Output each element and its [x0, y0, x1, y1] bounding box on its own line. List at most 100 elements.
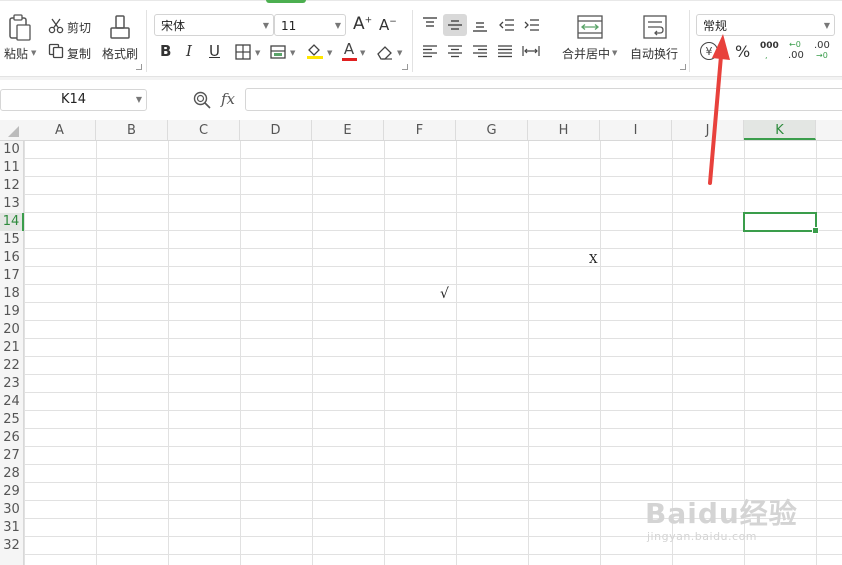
- merge-dropdown-icon[interactable]: ▼: [612, 49, 617, 57]
- currency-dropdown-icon[interactable]: ▼: [720, 49, 725, 57]
- column-headers: ABCDEFGHIJK: [0, 120, 842, 141]
- cell-style-icon[interactable]: [270, 44, 286, 60]
- active-cell[interactable]: [743, 212, 819, 234]
- chevron-down-icon: ▼: [823, 21, 830, 30]
- row-header-17[interactable]: 17: [0, 267, 23, 285]
- column-header-D[interactable]: D: [240, 120, 312, 140]
- fill-color-icon[interactable]: [306, 42, 324, 60]
- column-header-F[interactable]: F: [384, 120, 456, 140]
- row-header-20[interactable]: 20: [0, 321, 23, 339]
- font-color-button[interactable]: A: [340, 41, 358, 61]
- row-header-14[interactable]: 14: [0, 213, 24, 231]
- increase-decimal-button[interactable]: .00: [788, 50, 804, 61]
- row-header-27[interactable]: 27: [0, 447, 23, 465]
- italic-button[interactable]: I: [186, 42, 192, 60]
- currency-icon[interactable]: ¥: [700, 42, 718, 60]
- row-header-21[interactable]: 21: [0, 339, 23, 357]
- thousands-separator-button[interactable]: 000: [760, 41, 779, 51]
- format-painter-icon[interactable]: [108, 14, 132, 42]
- column-header-G[interactable]: G: [456, 120, 528, 140]
- wrap-text-icon[interactable]: [643, 15, 667, 39]
- wrap-text-button[interactable]: 自动换行: [630, 45, 678, 62]
- name-box-value: K14: [60, 92, 87, 107]
- align-top-icon[interactable]: [422, 17, 438, 31]
- copy-button[interactable]: 复制: [67, 45, 91, 62]
- column-header-E[interactable]: E: [312, 120, 384, 140]
- font-size-select[interactable]: 11 ▼: [274, 14, 346, 36]
- column-header-C[interactable]: C: [168, 120, 240, 140]
- row-header-13[interactable]: 13: [0, 195, 23, 213]
- bold-button[interactable]: B: [160, 42, 171, 60]
- format-painter-button[interactable]: 格式刷: [102, 45, 138, 62]
- formula-input[interactable]: [245, 88, 842, 111]
- increase-indent-icon[interactable]: [524, 18, 540, 32]
- borders-icon[interactable]: [235, 44, 251, 60]
- eraser-icon[interactable]: [376, 44, 394, 60]
- row-header-26[interactable]: 26: [0, 429, 23, 447]
- name-box[interactable]: K14 ▼: [0, 89, 147, 111]
- paste-icon[interactable]: [6, 14, 34, 42]
- percent-button[interactable]: %: [735, 42, 750, 61]
- shrink-font-button[interactable]: A−: [379, 16, 397, 34]
- row-header-28[interactable]: 28: [0, 465, 23, 483]
- row-header-11[interactable]: 11: [0, 159, 23, 177]
- row-header-18[interactable]: 18: [0, 285, 23, 303]
- underline-button[interactable]: U: [209, 42, 220, 60]
- font-name-select[interactable]: 宋体 ▼: [154, 14, 274, 36]
- paste-dropdown-icon[interactable]: ▼: [31, 49, 36, 57]
- number-format-select[interactable]: 常规 ▼: [696, 14, 835, 36]
- merge-center-button[interactable]: 合并居中: [562, 45, 610, 62]
- find-zoom-icon[interactable]: [193, 91, 211, 113]
- row-header-22[interactable]: 22: [0, 357, 23, 375]
- row-header-12[interactable]: 12: [0, 177, 23, 195]
- font-color-glyph: A: [343, 39, 355, 58]
- insert-function-button[interactable]: fx: [221, 90, 235, 108]
- row-header-24[interactable]: 24: [0, 393, 23, 411]
- chevron-down-icon: ▼: [334, 21, 341, 30]
- distributed-align-icon[interactable]: [522, 44, 540, 58]
- row-header-16[interactable]: 16: [0, 249, 23, 267]
- column-header-I[interactable]: I: [600, 120, 672, 140]
- row-header-23[interactable]: 23: [0, 375, 23, 393]
- grow-font-button[interactable]: A+: [353, 14, 372, 34]
- borders-dropdown-icon[interactable]: ▼: [255, 49, 260, 57]
- column-header-B[interactable]: B: [96, 120, 168, 140]
- cell-style-dropdown-icon[interactable]: ▼: [290, 49, 295, 57]
- font-color-dropdown-icon[interactable]: ▼: [360, 49, 365, 57]
- align-center-icon[interactable]: [447, 44, 463, 58]
- row-header-15[interactable]: 15: [0, 231, 23, 249]
- alignment-group-launcher-icon[interactable]: [680, 64, 686, 70]
- row-header-10[interactable]: 10: [0, 141, 23, 159]
- row-header-19[interactable]: 19: [0, 303, 23, 321]
- fill-color-dropdown-icon[interactable]: ▼: [327, 49, 332, 57]
- column-header-J[interactable]: J: [672, 120, 744, 140]
- decrease-indent-icon[interactable]: [499, 18, 515, 32]
- copy-icon[interactable]: [48, 43, 64, 59]
- align-middle-icon[interactable]: [447, 18, 463, 32]
- scissors-icon[interactable]: [48, 18, 64, 34]
- thousands-mark: ,: [765, 51, 768, 60]
- justify-icon[interactable]: [497, 44, 513, 58]
- row-header-32[interactable]: 32: [0, 537, 23, 555]
- font-group-launcher-icon[interactable]: [402, 64, 408, 70]
- number-format-value: 常规: [703, 19, 728, 33]
- column-header-H[interactable]: H: [528, 120, 600, 140]
- clear-dropdown-icon[interactable]: ▼: [397, 49, 402, 57]
- align-left-icon[interactable]: [422, 44, 438, 58]
- paste-button-label[interactable]: 粘贴: [4, 45, 28, 62]
- align-right-icon[interactable]: [472, 44, 488, 58]
- fill-handle[interactable]: [812, 227, 819, 234]
- decrease-decimal-button[interactable]: .00: [814, 40, 830, 51]
- clipboard-group-launcher-icon[interactable]: [136, 64, 142, 70]
- decrease-decimal-arrow-icon: →0: [816, 51, 828, 60]
- column-header-K[interactable]: K: [744, 120, 816, 140]
- row-header-30[interactable]: 30: [0, 501, 23, 519]
- merge-center-icon[interactable]: [577, 15, 603, 39]
- select-all-corner[interactable]: [0, 120, 24, 141]
- align-bottom-icon[interactable]: [472, 18, 488, 32]
- row-header-25[interactable]: 25: [0, 411, 23, 429]
- row-header-29[interactable]: 29: [0, 483, 23, 501]
- cut-button[interactable]: 剪切: [67, 19, 91, 36]
- column-header-A[interactable]: A: [24, 120, 96, 140]
- row-header-31[interactable]: 31: [0, 519, 23, 537]
